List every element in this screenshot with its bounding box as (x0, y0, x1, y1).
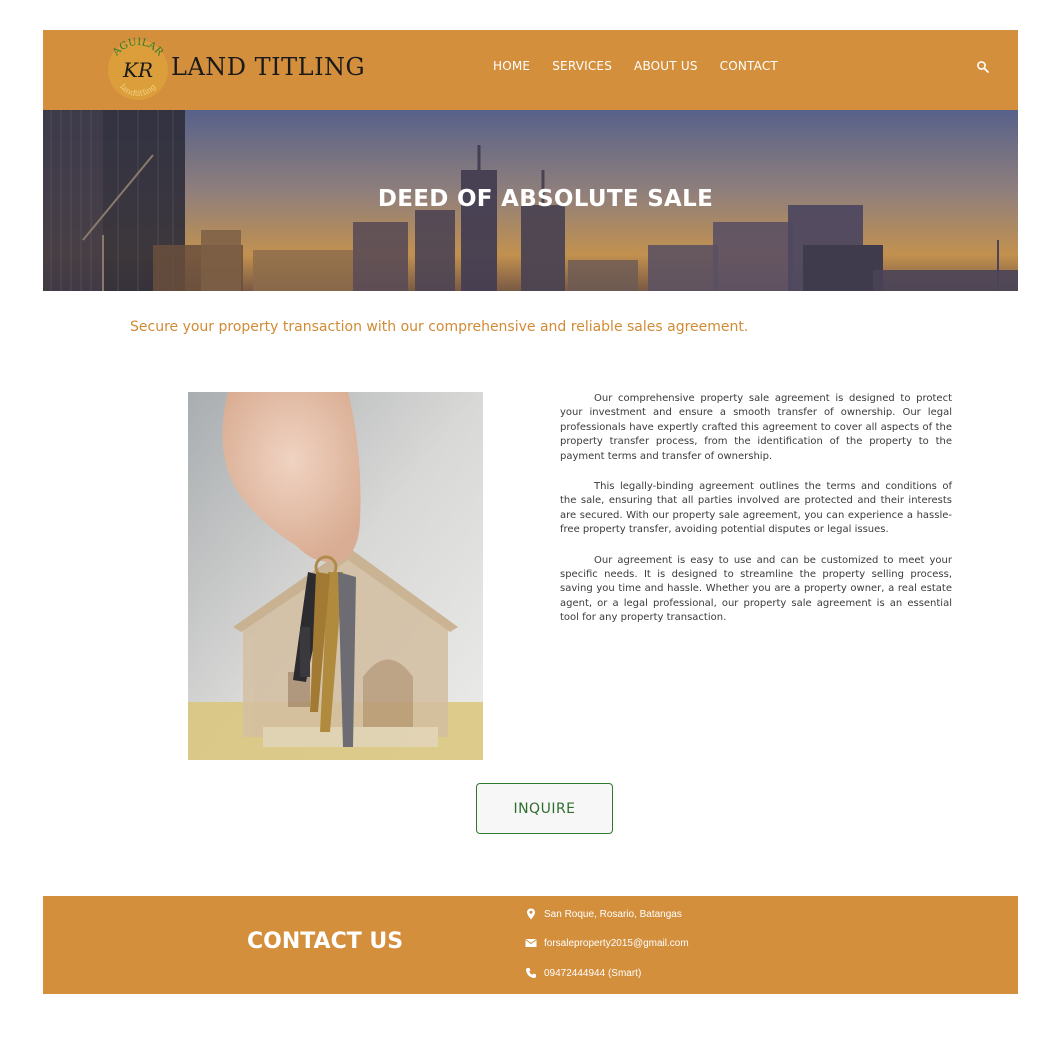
paragraph: Our agreement is easy to use and can be … (560, 554, 952, 624)
email-text[interactable]: forsaleproperty2015@gmail.com (544, 938, 689, 949)
site-header: AGUILAR KR landtitling LAND TITLING HOME… (43, 30, 1018, 110)
phone-text[interactable]: 09472444944 (Smart) (544, 968, 641, 979)
tagline: Secure your property transaction with ou… (130, 319, 749, 335)
logo[interactable]: AGUILAR KR landtitling LAND TITLING (103, 35, 393, 105)
paragraph: Our comprehensive property sale agreemen… (560, 393, 952, 462)
description-text: Our comprehensive property sale agreemen… (560, 392, 952, 642)
contact-address: San Roque, Rosario, Batangas (525, 908, 682, 920)
nav-services[interactable]: SERVICES (552, 59, 612, 73)
hero-banner: DEED OF ABSOLUTE SALE (43, 110, 1018, 291)
contact-footer: CONTACT US San Roque, Rosario, Batangas … (43, 896, 1018, 994)
page-title: DEED OF ABSOLUTE SALE (377, 186, 714, 212)
inquire-button[interactable]: INQUIRE (476, 783, 613, 834)
nav-about-us[interactable]: ABOUT US (634, 59, 698, 73)
phone-icon (526, 968, 536, 978)
contact-email[interactable]: forsaleproperty2015@gmail.com (525, 937, 689, 949)
footer-title: CONTACT US (247, 929, 404, 954)
nav-home[interactable]: HOME (493, 59, 530, 73)
logo-text: LAND TITLING (171, 53, 366, 81)
logo-seal-icon: AGUILAR KR landtitling (108, 37, 168, 100)
address-text: San Roque, Rosario, Batangas (544, 908, 682, 920)
keys-house-photo (188, 392, 483, 760)
paragraph: This legally-binding agreement outlines … (560, 481, 952, 536)
envelope-icon (525, 939, 537, 947)
search-icon[interactable] (976, 60, 990, 74)
svg-text:KR: KR (122, 58, 153, 82)
nav-contact[interactable]: CONTACT (720, 59, 778, 73)
contact-phone[interactable]: 09472444944 (Smart) (525, 967, 641, 979)
main-nav: HOME SERVICES ABOUT US CONTACT (493, 59, 800, 73)
map-pin-icon (527, 908, 535, 920)
